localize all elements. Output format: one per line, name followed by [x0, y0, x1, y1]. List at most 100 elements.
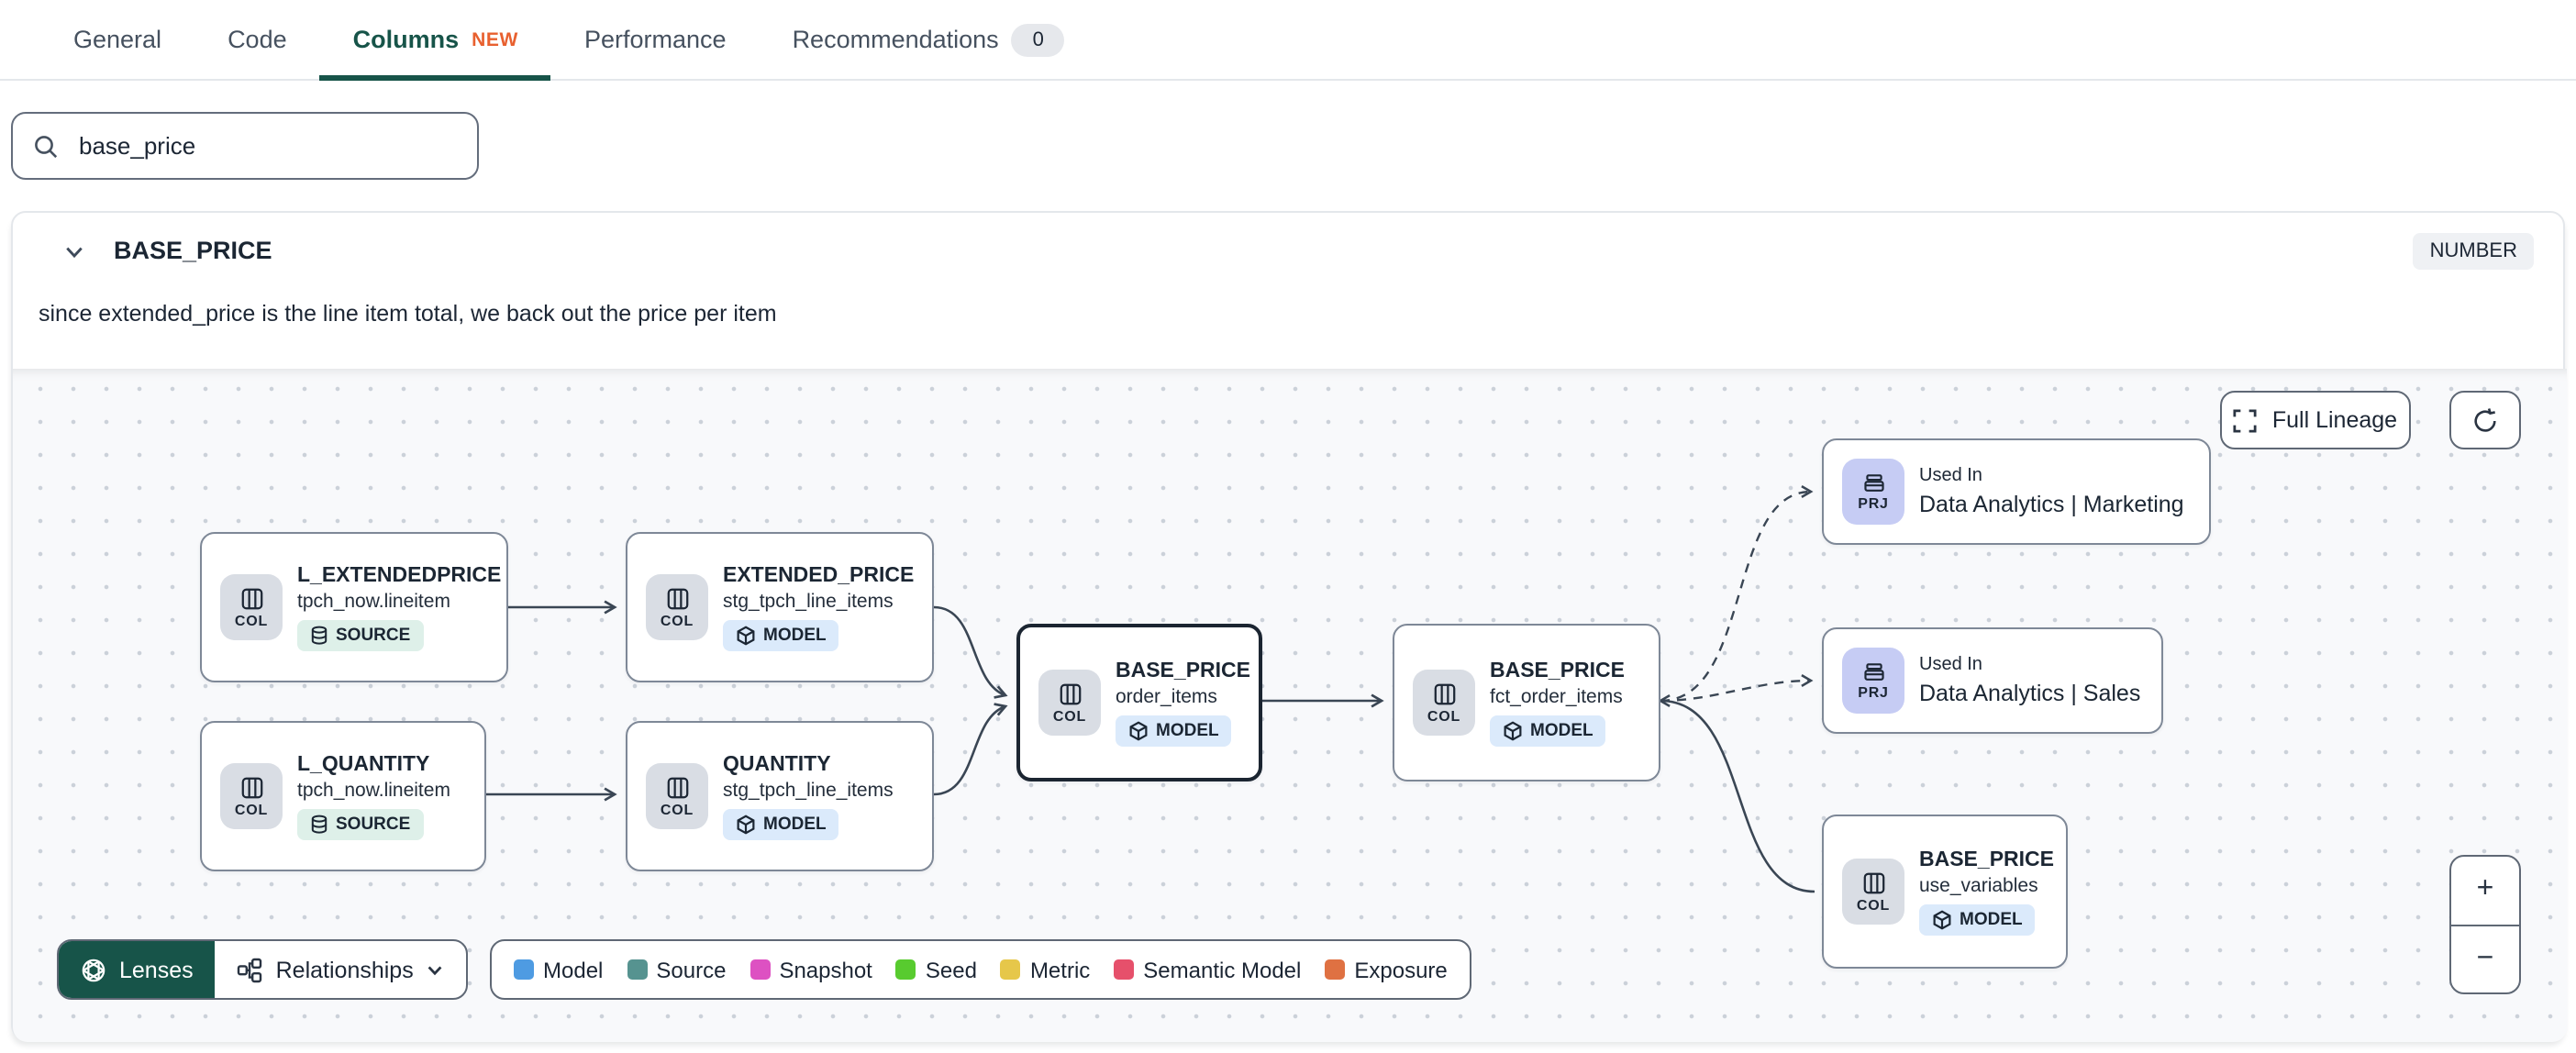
column-detail-card: BASE_PRICE NUMBER since extended_price i… — [11, 211, 2567, 1042]
tab-general[interactable]: General — [40, 0, 194, 79]
project-name: Data Analytics | Marketing — [1919, 492, 2184, 517]
badge-label: MODEL — [1156, 720, 1219, 740]
node-title: BASE_PRICE — [1490, 660, 1625, 682]
tab-columns[interactable]: Columns NEW — [319, 0, 552, 81]
legend-swatch — [749, 959, 771, 980]
column-chip: COL — [646, 763, 708, 829]
chip-label: PRJ — [1858, 683, 1889, 700]
chevron-down-icon[interactable] — [64, 242, 84, 262]
tab-label: Columns — [352, 26, 460, 53]
badge-label: MODEL — [1960, 909, 2023, 929]
used-in-label: Used In — [1919, 655, 1982, 675]
node-title: BASE_PRICE — [1116, 660, 1250, 682]
resource-type-badge: MODEL — [723, 808, 839, 839]
lineage-node-quantity[interactable]: COL QUANTITY stg_tpch_line_items MODEL — [626, 721, 934, 871]
columns-icon — [1433, 682, 1455, 704]
zoom-controls: + − — [2449, 855, 2521, 994]
lineage-node-l-extendedprice[interactable]: COL L_EXTENDEDPRICE tpch_now.lineitem SO… — [200, 532, 508, 682]
legend-swatch — [1325, 959, 1346, 980]
resource-type-badge: MODEL — [1116, 715, 1232, 746]
node-subtitle: fct_order_items — [1490, 685, 1623, 707]
project-name: Data Analytics | Sales — [1919, 681, 2141, 706]
lenses-label: Lenses — [119, 957, 194, 982]
refresh-button[interactable] — [2449, 391, 2521, 449]
column-chip: COL — [1413, 670, 1475, 736]
chip-label: COL — [1052, 707, 1087, 724]
zoom-in-button[interactable]: + — [2451, 857, 2519, 926]
cube-icon — [1933, 909, 1951, 929]
cube-icon — [737, 814, 755, 834]
columns-icon — [666, 587, 688, 609]
lenses-toolbar: Lenses Relationships — [57, 939, 469, 1000]
full-lineage-button[interactable]: Full Lineage — [2220, 391, 2411, 449]
node-title: EXTENDED_PRICE — [723, 564, 915, 586]
node-title: L_EXTENDEDPRICE — [297, 564, 502, 586]
tab-performance[interactable]: Performance — [551, 0, 760, 79]
archive-icon — [1863, 662, 1883, 680]
lenses-button[interactable]: Lenses — [59, 941, 216, 998]
tab-label: Code — [228, 26, 287, 53]
used-in-label: Used In — [1919, 466, 1982, 486]
lineage-node-base-price-order-items[interactable]: COL BASE_PRICE order_items MODEL — [1016, 624, 1262, 781]
node-subtitle: stg_tpch_line_items — [723, 590, 894, 612]
column-search[interactable] — [11, 112, 479, 180]
node-title: L_QUANTITY — [297, 753, 430, 775]
legend-swatch — [514, 959, 534, 980]
cube-icon — [1504, 720, 1522, 740]
lineage-node-base-price-use-variables[interactable]: COL BASE_PRICE use_variables MODEL — [1822, 815, 2068, 969]
legend-item-metric: Metric — [1000, 957, 1091, 982]
lineage-node-used-in-marketing[interactable]: PRJ Used In Data Analytics | Marketing — [1822, 438, 2211, 545]
legend-item-semantic-model: Semantic Model — [1114, 957, 1301, 982]
legend-label: Snapshot — [779, 957, 872, 982]
lineage-node-l-quantity[interactable]: COL L_QUANTITY tpch_now.lineitem SOURCE — [200, 721, 486, 871]
lineage-node-extended-price[interactable]: COL EXTENDED_PRICE stg_tpch_line_items M… — [626, 532, 934, 682]
badge-label: SOURCE — [336, 625, 411, 645]
full-lineage-label: Full Lineage — [2271, 407, 2398, 433]
legend-item-model: Model — [514, 957, 603, 982]
badge-label: SOURCE — [336, 814, 411, 834]
legend-label: Metric — [1029, 957, 1091, 982]
lineage-canvas[interactable]: COL L_EXTENDEDPRICE tpch_now.lineitem SO… — [13, 369, 2567, 1042]
search-icon — [35, 135, 58, 158]
column-name: BASE_PRICE — [114, 237, 272, 264]
search-input[interactable] — [75, 130, 457, 161]
cube-icon — [737, 625, 755, 645]
legend-item-exposure: Exposure — [1325, 957, 1448, 982]
resource-legend: Model Source Snapshot Seed Metric Semant… — [490, 939, 1471, 1000]
badge-label: MODEL — [1530, 720, 1593, 740]
lineage-node-base-price-fct-order-items[interactable]: COL BASE_PRICE fct_order_items MODEL — [1393, 624, 1660, 781]
columns-icon — [240, 776, 262, 798]
node-subtitle: use_variables — [1919, 874, 2038, 896]
legend-label: Model — [543, 957, 604, 982]
refresh-icon — [2474, 407, 2496, 431]
column-chip: COL — [220, 574, 283, 640]
count-badge: 0 — [1011, 23, 1065, 56]
badge-label: MODEL — [763, 625, 827, 645]
resource-type-badge: MODEL — [1490, 715, 1606, 746]
new-badge: NEW — [472, 28, 518, 50]
resource-type-badge: MODEL — [1919, 903, 2036, 935]
tab-bar: General Code Columns NEW Performance Rec… — [0, 0, 2576, 81]
column-chip: COL — [220, 763, 283, 829]
relationships-dropdown[interactable]: Relationships — [216, 941, 467, 998]
tab-label: Recommendations — [792, 26, 999, 53]
node-title: QUANTITY — [723, 753, 831, 775]
tab-label: Performance — [583, 26, 727, 53]
zoom-out-button[interactable]: − — [2451, 926, 2519, 992]
resource-type-badge: MODEL — [723, 619, 839, 650]
chip-label: COL — [234, 612, 269, 628]
legend-item-snapshot: Snapshot — [749, 957, 872, 982]
aperture-icon — [82, 958, 105, 981]
columns-icon — [1862, 871, 1884, 893]
node-title: BASE_PRICE — [1919, 848, 2054, 870]
columns-icon — [666, 776, 688, 798]
lineage-node-used-in-sales[interactable]: PRJ Used In Data Analytics | Sales — [1822, 627, 2163, 734]
expand-icon — [2234, 408, 2258, 432]
chevron-down-icon — [428, 965, 443, 975]
node-subtitle: tpch_now.lineitem — [297, 779, 450, 801]
tab-code[interactable]: Code — [194, 0, 320, 79]
tab-recommendations[interactable]: Recommendations 0 — [760, 0, 1098, 79]
chip-label: PRJ — [1858, 494, 1889, 511]
legend-label: Seed — [925, 957, 977, 982]
legend-label: Source — [656, 957, 727, 982]
